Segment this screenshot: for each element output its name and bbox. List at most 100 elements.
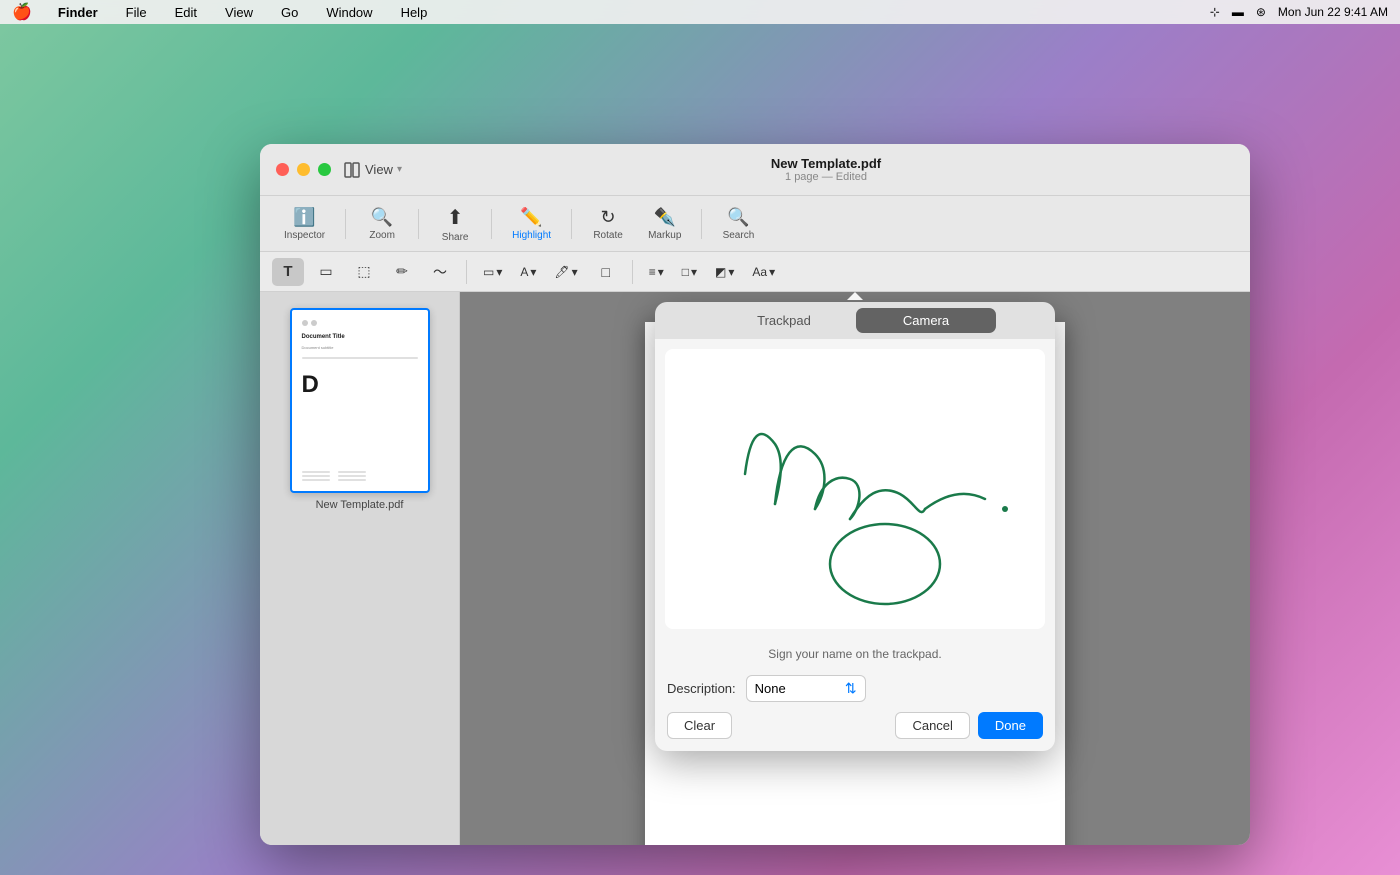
zoom-label: Zoom: [369, 230, 395, 241]
menubar-window[interactable]: Window: [320, 3, 378, 22]
titlebar: View ▾ New Template.pdf 1 page — Edited: [260, 144, 1250, 196]
markup-button[interactable]: ✒️ Markup: [640, 203, 689, 245]
thumb-footer-col-1: [302, 471, 330, 481]
border-dropdown[interactable]: □ ▾: [676, 263, 703, 281]
font-dropdown[interactable]: Aa ▾: [746, 263, 781, 281]
thumb-big-letter: D: [302, 371, 418, 399]
share-button[interactable]: ⬆ Share: [431, 201, 479, 247]
lines-icon: ≡: [649, 265, 656, 279]
thumb-footer: [302, 471, 418, 481]
fullscreen-button[interactable]: [318, 163, 331, 176]
toolbar-sep-1: [345, 209, 346, 239]
thumb-dots: [302, 320, 418, 326]
lines-dropdown[interactable]: ≡ ▾: [643, 263, 670, 281]
signature-svg: [665, 349, 1045, 629]
text-tool[interactable]: T: [272, 258, 304, 286]
lasso-tool[interactable]: ⬚: [348, 258, 380, 286]
share-icon: ⬆: [447, 205, 464, 230]
search-button[interactable]: 🔍 Search: [714, 203, 762, 245]
fill-chevron: ▾: [728, 265, 734, 279]
done-button[interactable]: Done: [978, 712, 1043, 739]
thumb-line-1: [302, 357, 418, 359]
thumb-footer-line-2: [302, 475, 330, 477]
border-icon: □: [682, 265, 689, 279]
rotate-button[interactable]: ↻ Rotate: [584, 203, 632, 245]
minimize-button[interactable]: [297, 163, 310, 176]
apple-menu[interactable]: 🍎: [12, 2, 32, 22]
thumbnail-item[interactable]: Document Title Document subtitle D: [285, 308, 435, 511]
menubar-view[interactable]: View: [219, 3, 259, 22]
shape-dropdown[interactable]: ▭ ▾: [477, 263, 508, 281]
lines-chevron: ▾: [658, 265, 664, 279]
description-select[interactable]: None ⇅: [746, 675, 866, 702]
doc-subtitle: 1 page — Edited: [418, 171, 1234, 183]
highlight-button[interactable]: ✏️ Highlight: [504, 203, 559, 245]
clear-button[interactable]: Clear: [667, 712, 732, 739]
sidebar: Document Title Document subtitle D: [260, 292, 460, 845]
view-chevron: ▾: [397, 164, 402, 175]
view-label: View: [365, 162, 393, 177]
doc-title: New Template.pdf: [418, 156, 1234, 171]
thumb-footer-col-2: [338, 471, 366, 481]
border-chevron: ▾: [691, 265, 697, 279]
content-area: Document Title Document subtitle D: [260, 292, 1250, 845]
freehand-tool[interactable]: 〜: [424, 258, 456, 286]
description-row: Description: None ⇅: [655, 669, 1055, 712]
font-icon: Aa: [752, 265, 767, 279]
toolbar: ℹ️ Inspector 🔍 Zoom ⬆ Share ✏️ Highlight…: [260, 196, 1250, 252]
share-label: Share: [442, 232, 469, 243]
shape-chevron: ▾: [496, 265, 502, 279]
fill-dropdown[interactable]: ◩ ▾: [709, 263, 740, 281]
traffic-lights: [276, 163, 331, 176]
rect-tool[interactable]: □: [590, 258, 622, 286]
signature-tab-bar: Trackpad Camera: [655, 302, 1055, 339]
thumb-subtitle: Document subtitle: [302, 345, 418, 350]
search-label: Search: [723, 230, 755, 241]
rotate-label: Rotate: [593, 230, 622, 241]
stamp-chevron: ▾: [572, 265, 578, 279]
thumb-dot-2: [311, 320, 317, 326]
thumb-footer-line-5: [338, 475, 366, 477]
menubar-finder[interactable]: Finder: [52, 3, 104, 22]
signature-dialog: Trackpad Camera: [655, 302, 1055, 751]
description-label: Description:: [667, 681, 736, 696]
draw-tool[interactable]: ✏: [386, 258, 418, 286]
toolbar-sep-4: [571, 209, 572, 239]
signature-canvas[interactable]: [665, 349, 1045, 629]
highlight-label: Highlight: [512, 230, 551, 241]
trackpad-tab[interactable]: Trackpad: [714, 308, 854, 333]
dialog-pointer: [847, 292, 863, 300]
view-toggle[interactable]: View ▾: [343, 161, 402, 179]
text-style-icon: A: [520, 265, 528, 279]
stamp-dropdown[interactable]: 🖊 ▾: [548, 263, 583, 281]
text-style-dropdown[interactable]: A ▾: [514, 263, 542, 281]
rect-select-tool[interactable]: ▭: [310, 258, 342, 286]
zoom-icon: 🔍: [371, 207, 393, 228]
zoom-button[interactable]: 🔍 Zoom: [358, 203, 406, 245]
toolbar-sep-3: [491, 209, 492, 239]
toolbar-sep-5: [701, 209, 702, 239]
battery-icon: ▬: [1232, 5, 1244, 19]
markup-icon: ✒️: [654, 207, 676, 228]
shape-icon: ▭: [483, 265, 494, 279]
toolbar-sep-2: [418, 209, 419, 239]
menubar-edit[interactable]: Edit: [169, 3, 203, 22]
menubar-file[interactable]: File: [120, 3, 153, 22]
pdf-area: Document Title Document subtitle D Do Cr…: [460, 292, 1250, 845]
fill-icon: ◩: [715, 265, 726, 279]
cancel-button[interactable]: Cancel: [895, 712, 969, 739]
thumb-title: Document Title: [302, 334, 418, 340]
inspector-label: Inspector: [284, 230, 325, 241]
menubar-help[interactable]: Help: [395, 3, 434, 22]
thumbnail-name: New Template.pdf: [316, 499, 404, 511]
menubar-right: ⊹ ▬ ⊛ Mon Jun 22 9:41 AM: [1210, 5, 1388, 19]
camera-tab[interactable]: Camera: [856, 308, 996, 333]
thumb-dot-1: [302, 320, 308, 326]
close-button[interactable]: [276, 163, 289, 176]
search-icon: 🔍: [727, 207, 749, 228]
menubar-go[interactable]: Go: [275, 3, 304, 22]
menubar: 🍎 Finder File Edit View Go Window Help ⊹…: [0, 0, 1400, 24]
inspector-button[interactable]: ℹ️ Inspector: [276, 203, 333, 245]
user-icon: ⊛: [1256, 5, 1266, 19]
text-style-chevron: ▾: [530, 265, 536, 279]
